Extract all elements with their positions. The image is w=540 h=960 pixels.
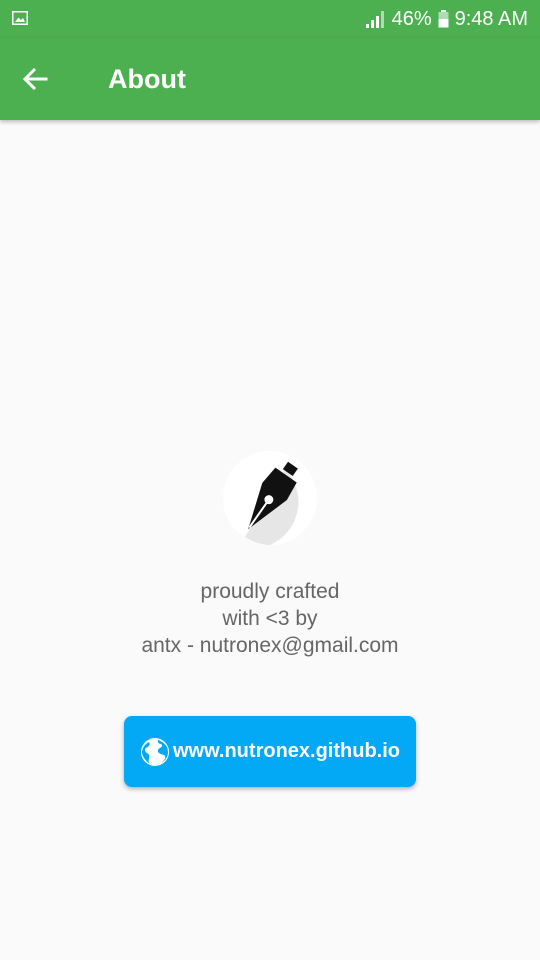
credit-text: proudly crafted with <3 by antx - nutron… [0, 578, 540, 659]
about-content: proudly crafted with <3 by antx - nutron… [0, 120, 540, 960]
status-right-group: 46% 9:48 AM [365, 0, 528, 38]
website-button[interactable]: www.nutronex.github.io [124, 716, 416, 787]
page-title: About [108, 64, 186, 94]
status-bar: 46% 9:48 AM [0, 0, 540, 38]
back-button[interactable] [14, 58, 56, 100]
arrow-left-icon [22, 67, 48, 91]
battery-icon [438, 10, 449, 28]
fountain-pen-nib-icon [223, 451, 317, 545]
battery-percent: 46% [391, 7, 432, 30]
signal-icon [365, 11, 384, 28]
about-screen: 46% 9:48 AM About proudly crafted with <… [0, 0, 540, 960]
image-notification-icon [12, 11, 28, 25]
website-button-label: www.nutronex.github.io [172, 740, 400, 762]
credit-line-1: proudly crafted [200, 580, 340, 603]
status-time: 9:48 AM [454, 7, 528, 30]
credit-line-3: antx - nutronex@gmail.com [141, 634, 399, 657]
globe-icon [140, 737, 169, 766]
credit-line-2: with <3 by [222, 607, 318, 630]
app-bar: About [0, 38, 540, 120]
